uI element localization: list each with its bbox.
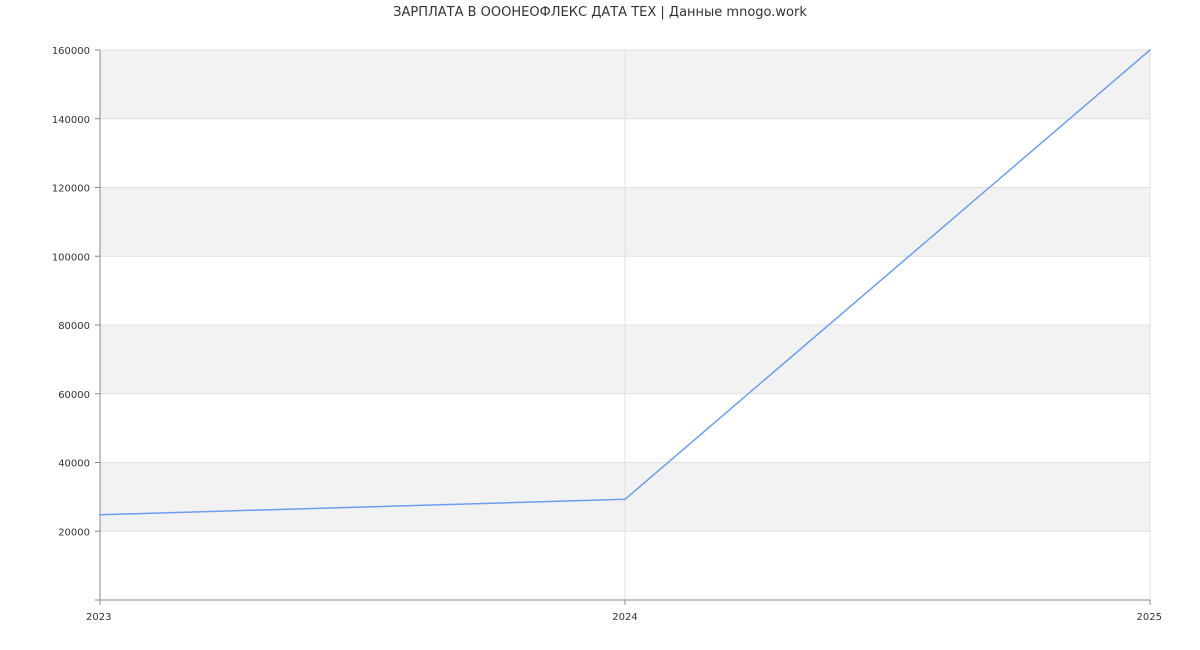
y-tick-label: 140000 xyxy=(52,115,90,126)
chart: 20000 40000 60000 80000 100000 120000 140000 16… xyxy=(52,5,1162,623)
x-tick-label: 2024 xyxy=(612,612,637,623)
y-tick-label: 20000 xyxy=(58,527,90,538)
data-point xyxy=(1149,49,1151,51)
y-tick-label: 160000 xyxy=(52,46,90,57)
data-point xyxy=(624,498,626,501)
y-tick-label: 60000 xyxy=(58,390,90,401)
y-tick-label: 80000 xyxy=(58,321,90,332)
data-point xyxy=(99,513,101,516)
y-tick-label: 120000 xyxy=(52,184,90,195)
x-tick-label: 2023 xyxy=(86,612,111,623)
y-tick-label: 40000 xyxy=(58,459,90,470)
chart-title: ЗАРПЛАТА В ОООНЕОФЛЕКС ДАТА ТЕХ | Данные… xyxy=(393,5,807,20)
y-tick-label: 100000 xyxy=(52,252,90,263)
x-tick-label: 2025 xyxy=(1137,612,1162,623)
